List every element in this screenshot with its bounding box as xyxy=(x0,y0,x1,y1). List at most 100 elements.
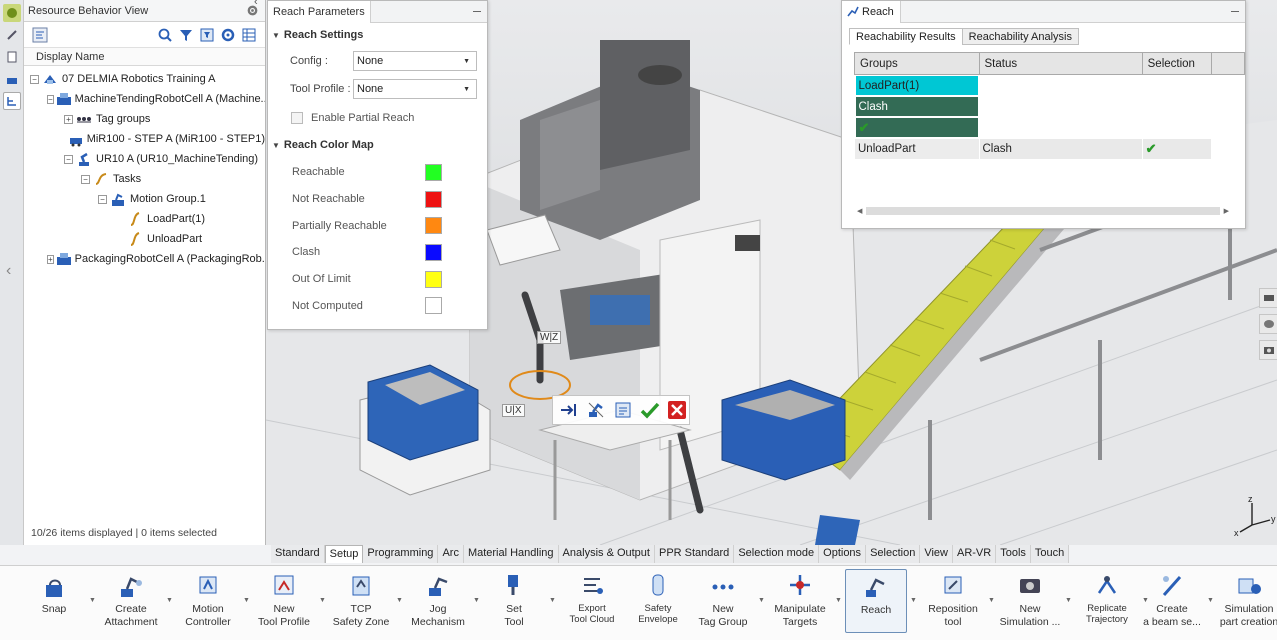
command-part-creation-button[interactable]: Simulation part creation xyxy=(1212,569,1277,633)
filter-button[interactable] xyxy=(176,25,196,45)
scroll-left-icon[interactable]: ◀ xyxy=(857,207,862,215)
tab-analysis-output[interactable]: Analysis & Output xyxy=(558,545,655,563)
tab-tools[interactable]: Tools xyxy=(996,545,1031,563)
tab-touch[interactable]: Touch xyxy=(1030,545,1070,563)
command-safety-envelope-button[interactable]: Safety Envelope xyxy=(621,569,695,633)
tab-selection-mode[interactable]: Selection mode xyxy=(734,545,820,563)
column-header-groups[interactable]: Groups xyxy=(854,52,980,75)
tab-selection[interactable]: Selection xyxy=(866,545,921,563)
target-list-button[interactable] xyxy=(611,398,635,422)
tool-profile-select[interactable]: None ▼ xyxy=(353,79,477,99)
collapse-icon[interactable]: − xyxy=(81,174,90,184)
table-row[interactable]: LoadPart(1) Clash ✔ xyxy=(854,74,1245,139)
tab-options[interactable]: Options xyxy=(819,545,867,563)
color-swatch[interactable] xyxy=(425,217,442,235)
dropdown-arrow-icon[interactable]: ▼ xyxy=(835,597,842,604)
capture-tool[interactable] xyxy=(1259,340,1277,360)
collapse-icon[interactable]: − xyxy=(30,74,39,84)
strip-button-5[interactable] xyxy=(3,92,21,110)
command-safety-zone-button[interactable]: TCP Safety Zone xyxy=(324,569,398,633)
command-attachment-button[interactable]: Create Attachment xyxy=(94,569,168,633)
tab-view[interactable]: View xyxy=(920,545,953,563)
expand-icon[interactable]: + xyxy=(64,114,73,124)
tab-reachability-analysis[interactable]: Reachability Analysis xyxy=(961,28,1079,45)
tree-item[interactable]: UnloadPart xyxy=(24,229,265,249)
tab-ar-vr[interactable]: AR-VR xyxy=(952,545,997,563)
tab-ppr-standard[interactable]: PPR Standard xyxy=(654,545,735,563)
status-cell[interactable]: Clash xyxy=(854,96,979,117)
reach-tab[interactable]: Reach xyxy=(842,0,901,23)
scrollbar-track[interactable] xyxy=(866,206,1220,215)
reach-color-map-section[interactable]: ▼ Reach Color Map xyxy=(268,133,487,157)
command-jog-button[interactable]: Jog Mechanism xyxy=(401,569,475,633)
color-swatch[interactable] xyxy=(425,163,442,181)
collapse-icon[interactable]: − xyxy=(64,154,73,164)
tree-item[interactable]: LoadPart(1) xyxy=(24,209,265,229)
minimize-icon[interactable] xyxy=(473,11,481,12)
group-cell[interactable]: UnloadPart xyxy=(854,138,980,160)
robot-tool-button[interactable] xyxy=(584,398,608,422)
command-set-tool-button[interactable]: Set Tool xyxy=(477,569,551,633)
expand-left-icon[interactable]: ‹ xyxy=(6,262,11,280)
config-select[interactable]: None ▼ xyxy=(353,51,477,71)
status-cell[interactable]: Clash xyxy=(978,138,1143,160)
partial-reach-checkbox[interactable] xyxy=(291,112,303,124)
tab-arc[interactable]: Arc xyxy=(438,545,464,563)
strip-button-3[interactable] xyxy=(3,48,21,66)
search-button[interactable] xyxy=(155,25,175,45)
command-replicate-button[interactable]: Replicate Trajectory xyxy=(1070,569,1144,633)
minimize-icon[interactable] xyxy=(1231,11,1239,12)
snap-to-target-button[interactable] xyxy=(557,398,581,422)
color-swatch[interactable] xyxy=(425,270,442,288)
tree-item[interactable]: − 07 DELMIA Robotics Training A xyxy=(24,69,265,89)
selection-cell[interactable]: ✔ xyxy=(854,117,979,138)
command-tag-group-button[interactable]: New Tag Group xyxy=(686,569,760,633)
wz-axis-label[interactable]: W|Z xyxy=(537,331,562,344)
tree-options-button[interactable] xyxy=(30,25,50,45)
tab-reachability-results[interactable]: Reachability Results xyxy=(849,28,963,45)
strip-button-4[interactable] xyxy=(3,70,21,88)
column-header-status[interactable]: Status xyxy=(978,52,1143,75)
command-manipulate-button[interactable]: Manipulate Targets xyxy=(763,569,837,633)
cancel-button[interactable] xyxy=(665,398,689,422)
selection-cell[interactable]: ✔ xyxy=(1141,138,1213,160)
tree-item[interactable]: + Tag groups xyxy=(24,109,265,129)
color-swatch[interactable] xyxy=(425,297,442,315)
save-filter-button[interactable] xyxy=(197,25,217,45)
settings-button[interactable] xyxy=(218,25,238,45)
tree-item[interactable]: MiR100 - STEP A (MiR100 - STEP1) xyxy=(24,129,265,149)
tab-programming[interactable]: Programming xyxy=(363,545,439,563)
command-beam-button[interactable]: Create a beam se... xyxy=(1135,569,1209,633)
reach-parameters-tab[interactable]: Reach Parameters xyxy=(268,0,371,23)
expand-icon[interactable]: + xyxy=(47,254,54,264)
strip-button-2[interactable] xyxy=(3,26,21,44)
command-export-cloud-button[interactable]: Export Tool Cloud xyxy=(555,569,629,633)
strip-button-1[interactable] xyxy=(3,4,21,22)
tree-item[interactable]: + PackagingRobotCell A (PackagingRob... xyxy=(24,249,265,269)
panel-collapse-icon[interactable]: ‹ xyxy=(254,0,258,8)
tree-item[interactable]: − MachineTendingRobotCell A (Machine... xyxy=(24,89,265,109)
color-swatch[interactable] xyxy=(425,190,442,208)
tab-material-handling[interactable]: Material Handling xyxy=(463,545,559,563)
command-tool-profile-button[interactable]: New Tool Profile xyxy=(247,569,321,633)
horizontal-scrollbar[interactable]: ◀ ▶ xyxy=(857,206,1229,215)
command-motion-controller-button[interactable]: Motion Controller xyxy=(171,569,245,633)
display-options-button[interactable] xyxy=(239,25,259,45)
collapse-icon[interactable]: − xyxy=(98,194,107,204)
color-swatch[interactable] xyxy=(425,243,442,261)
command-reposition-button[interactable]: Reposition tool xyxy=(916,569,990,633)
group-cell[interactable]: LoadPart(1) xyxy=(854,75,979,96)
command-simulation-button[interactable]: New Simulation ... xyxy=(993,569,1067,633)
tab-setup[interactable]: Setup xyxy=(324,545,364,563)
comment-tool[interactable] xyxy=(1259,314,1277,334)
tab-standard[interactable]: Standard xyxy=(271,545,325,563)
ok-button[interactable] xyxy=(638,398,662,422)
command-reach-button[interactable]: Reach xyxy=(845,569,907,633)
view-tool-1[interactable] xyxy=(1259,288,1277,308)
collapse-icon[interactable]: − xyxy=(47,94,54,104)
column-header-selection[interactable]: Selection xyxy=(1141,52,1213,75)
ux-axis-label[interactable]: U|X xyxy=(502,404,525,417)
column-header-display-name[interactable]: Display Name xyxy=(24,48,265,66)
reach-settings-section[interactable]: ▼ Reach Settings xyxy=(268,23,487,47)
table-row[interactable]: UnloadPart Clash ✔ xyxy=(854,138,1245,160)
